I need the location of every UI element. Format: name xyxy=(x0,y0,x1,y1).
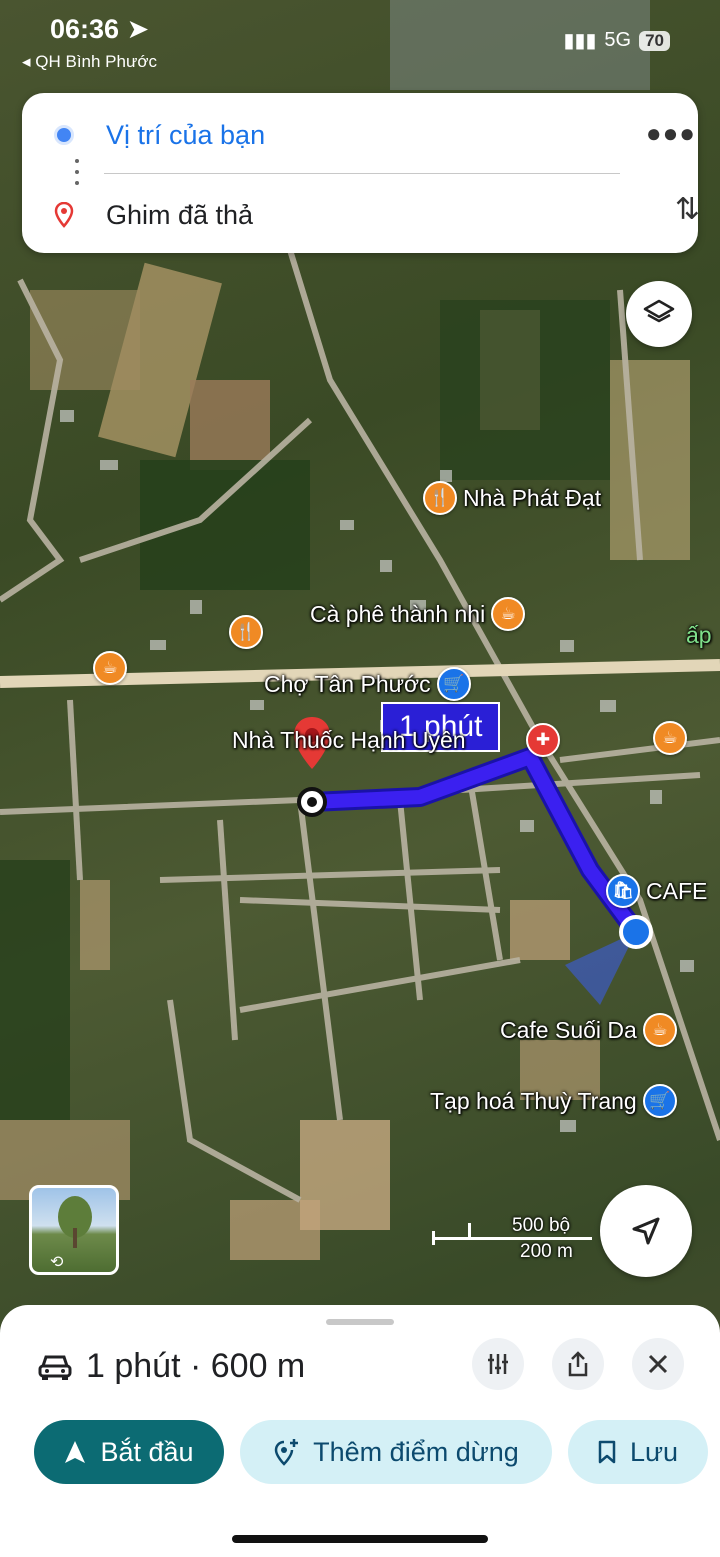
shopping-cart-icon: 🛒 xyxy=(436,667,471,701)
swap-direction-button[interactable]: ⇅ xyxy=(675,192,700,227)
add-stop-button[interactable]: Thêm điểm dừng xyxy=(240,1420,552,1484)
origin-text: Vị trí của bạn xyxy=(106,119,266,150)
route-summary: 1 phút · 600 m xyxy=(38,1347,305,1386)
share-button[interactable] xyxy=(552,1338,604,1390)
save-label: Lưu xyxy=(629,1436,679,1467)
coffee-icon: ☕ xyxy=(642,1013,677,1047)
sliders-icon xyxy=(488,1354,508,1374)
battery-icon: 70 xyxy=(639,30,670,51)
navigation-arrow-icon xyxy=(632,1217,660,1245)
status-time: 06:36 ➤ xyxy=(50,14,150,44)
route-summary-text: 1 phút · 600 m xyxy=(86,1347,306,1385)
home-indicator[interactable] xyxy=(232,1535,488,1543)
origin-dot-icon xyxy=(54,125,74,145)
scale-metric: 200 m xyxy=(520,1241,573,1262)
place-label-ap: ấp xyxy=(686,622,712,648)
add-location-icon xyxy=(274,1439,299,1466)
destination-text: Ghim đã thả xyxy=(106,199,254,230)
my-location-button[interactable] xyxy=(600,1185,692,1277)
rotate-360-icon: ⟲ xyxy=(50,1254,64,1271)
share-icon xyxy=(568,1351,588,1377)
coffee-icon: ☕ xyxy=(491,597,526,631)
network-type: 5G xyxy=(604,29,632,51)
sheet-drag-handle[interactable] xyxy=(326,1319,394,1325)
layers-icon xyxy=(643,299,675,323)
poi-nha-thuoc[interactable]: Nhà Thuốc Hạnh Uyên xyxy=(232,727,466,754)
start-navigation-button[interactable]: Bắt đầu xyxy=(34,1420,224,1484)
route-connector-dots xyxy=(75,159,79,185)
route-options-button[interactable] xyxy=(472,1338,524,1390)
start-label: Bắt đầu xyxy=(100,1436,194,1467)
signal-icon: ▮▮▮ xyxy=(563,30,597,52)
coffee-icon[interactable]: ☕ xyxy=(653,721,687,755)
field-divider xyxy=(104,173,620,174)
poi-cafe-suoi-da[interactable]: Cafe Suối Da ☕ xyxy=(500,1013,677,1047)
more-options-button[interactable]: ●●● xyxy=(646,118,696,149)
poi-cafe[interactable]: 🛍 CAFE xyxy=(606,874,707,908)
destination-field[interactable]: Ghim đã thả xyxy=(22,185,698,245)
add-stop-label: Thêm điểm dừng xyxy=(313,1436,519,1467)
scale-imperial: 500 bộ xyxy=(512,1215,571,1236)
poi-cho-tan-phuoc[interactable]: Chợ Tân Phước 🛒 xyxy=(264,667,471,701)
status-bar: 06:36 ➤ ◂ QH Bình Phước ▮▮▮ 5G 70 xyxy=(0,0,720,80)
navigation-icon xyxy=(65,1441,86,1463)
location-pin-icon xyxy=(54,202,74,228)
pharmacy-icon[interactable]: ✚ xyxy=(526,723,560,757)
coffee-icon[interactable]: ☕ xyxy=(93,651,127,685)
layers-button[interactable] xyxy=(626,281,692,347)
bookmark-icon xyxy=(598,1440,616,1464)
poi-ca-phe-thanh-nhi[interactable]: Cà phê thành nhi ☕ xyxy=(310,597,526,631)
shopping-cart-icon: 🛒 xyxy=(642,1084,677,1118)
poi-nha-phat-dat[interactable]: 🍴 Nhà Phát Đạt xyxy=(423,481,601,515)
save-button[interactable]: Lưu xyxy=(568,1420,708,1484)
poi-tap-hoa-thuy-trang[interactable]: Tạp hoá Thuỳ Trang 🛒 xyxy=(430,1084,677,1118)
restaurant-icon: 🍴 xyxy=(423,481,457,515)
street-view-thumbnail[interactable]: ⟲ xyxy=(29,1185,119,1275)
back-to-app-link[interactable]: ◂ QH Bình Phước xyxy=(22,52,157,72)
close-icon xyxy=(648,1354,668,1374)
close-button[interactable] xyxy=(632,1338,684,1390)
shopping-bag-icon: 🛍 xyxy=(606,874,640,908)
car-icon xyxy=(38,1355,72,1380)
origin-field[interactable]: Vị trí của bạn xyxy=(22,105,698,165)
restaurant-icon[interactable]: 🍴 xyxy=(229,615,263,649)
